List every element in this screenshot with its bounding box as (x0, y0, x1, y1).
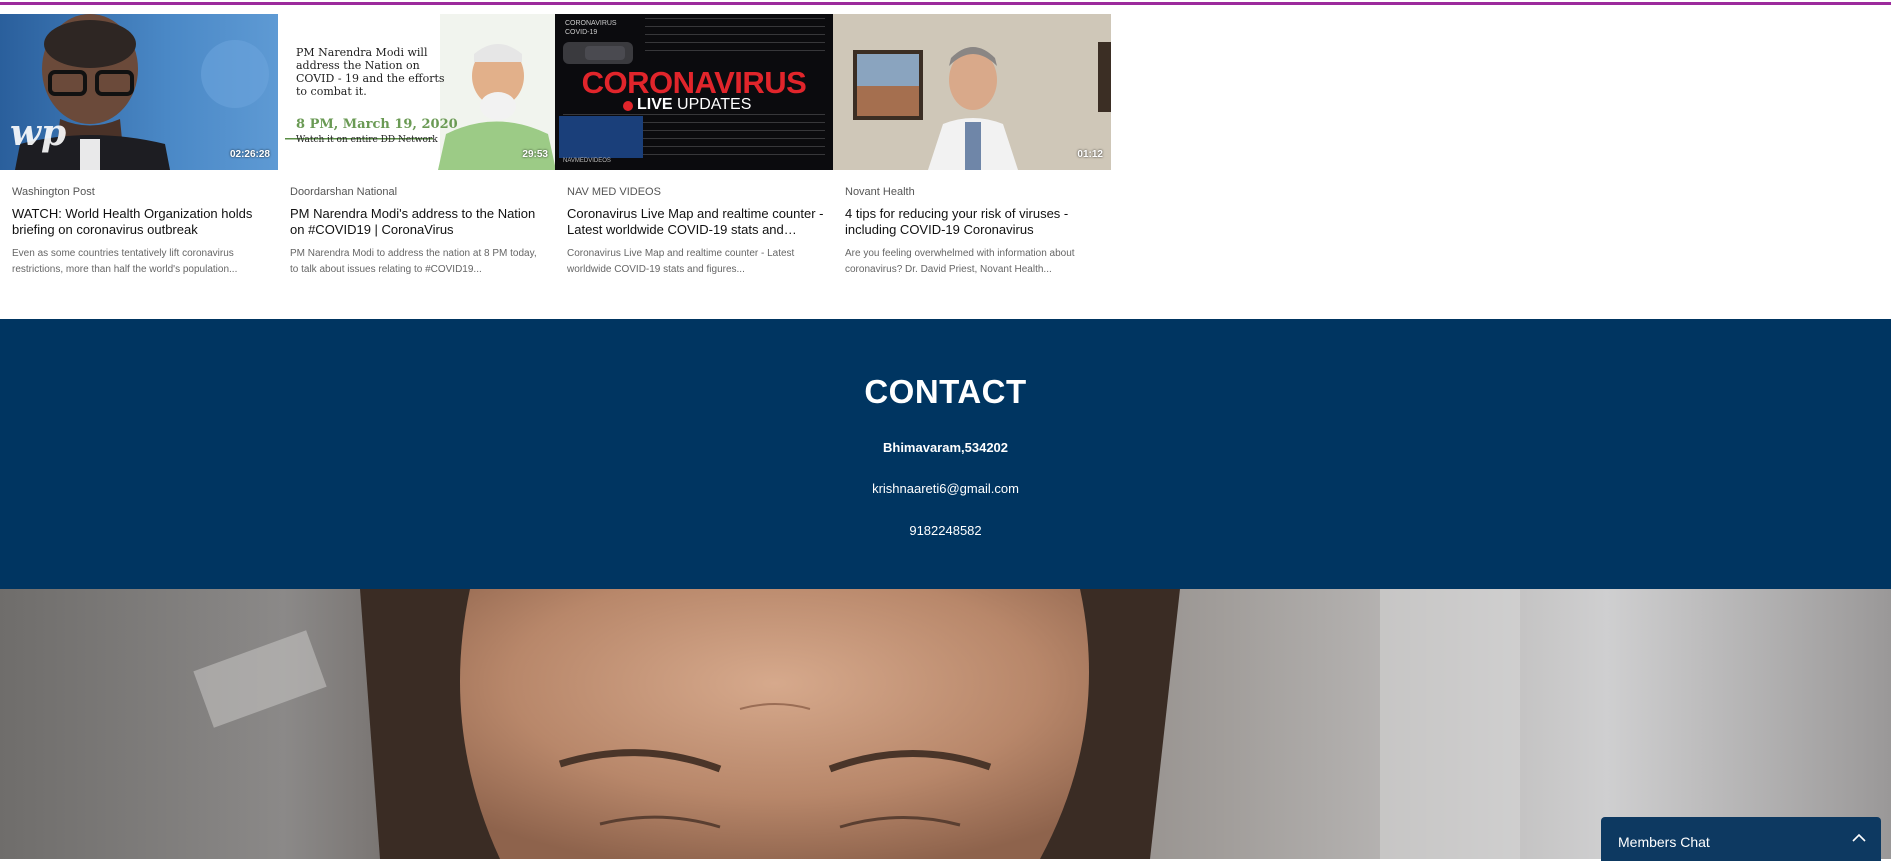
video-description: Coronavirus Live Map and realtime counte… (567, 248, 795, 275)
video-title[interactable]: Coronavirus Live Map and realtime counte… (567, 206, 825, 238)
thumb-small-text: CORONAVIRUS (565, 20, 617, 27)
thumbnail-image (833, 14, 1111, 170)
thumb-live: LIVE (637, 96, 673, 113)
contact-address: Bhimavaram,534202 (882, 440, 1009, 455)
video-card[interactable]: PM Narendra Modi will address the Nation… (278, 14, 556, 314)
thumb-watch: Watch it on entire DD Network (296, 135, 438, 145)
video-duration: 02:26:28 (229, 149, 270, 160)
thumb-text-line: COVID - 19 and the efforts (296, 72, 445, 85)
video-title[interactable]: WATCH: World Health Organization holds b… (12, 206, 270, 238)
video-card[interactable]: 01:12 Novant Health 4 tips for reducing … (833, 14, 1111, 314)
video-thumbnail[interactable]: CORONAVIRUS COVID-19 CORONAVIRUS LIVE UP… (555, 14, 833, 170)
thumb-text-line: address the Nation on (296, 59, 420, 72)
video-thumbnail[interactable]: PM Narendra Modi will address the Nation… (278, 14, 556, 170)
video-description: PM Narendra Modi to address the nation a… (290, 248, 537, 275)
video-description: Are you feeling overwhelmed with informa… (845, 248, 1075, 275)
members-chat-widget[interactable]: Members Chat (1601, 817, 1881, 861)
thumb-date: 8 PM, March 19, 2020 (296, 117, 458, 132)
video-duration: 29:53 (522, 149, 548, 160)
video-source: Washington Post (12, 186, 95, 198)
chevron-up-icon[interactable] (1851, 831, 1867, 845)
top-divider (0, 2, 1891, 5)
video-card[interactable]: CORONAVIRUS COVID-19 CORONAVIRUS LIVE UP… (555, 14, 833, 314)
video-source: Novant Health (845, 186, 915, 198)
members-chat-label: Members Chat (1618, 834, 1710, 850)
contact-phone[interactable]: 9182248582 (0, 523, 1891, 538)
video-gallery: wp 02:26:28 Washington Post WATCH: World… (0, 14, 1111, 314)
thumb-small-text: COVID-19 (565, 29, 598, 36)
video-source: NAV MED VIDEOS (567, 186, 661, 198)
video-title[interactable]: 4 tips for reducing your risk of viruses… (845, 206, 1103, 238)
video-thumbnail[interactable]: wp 02:26:28 (0, 14, 278, 170)
thumb-text-line: PM Narendra Modi will (296, 46, 428, 59)
thumb-updates: UPDATES (677, 96, 752, 113)
video-thumbnail[interactable]: 01:12 (833, 14, 1111, 170)
video-description: Even as some countries tentatively lift … (12, 248, 238, 275)
thumb-text-line: to combat it. (296, 85, 367, 98)
thumb-credit: NAVMEDVIDEOS (563, 158, 611, 164)
contact-title: CONTACT (864, 373, 1027, 410)
video-title[interactable]: PM Narendra Modi's address to the Nation… (290, 206, 548, 238)
contact-section: CONTACT Bhimavaram,534202 krishnaareti6@… (0, 319, 1891, 589)
contact-email[interactable]: krishnaareti6@gmail.com (0, 481, 1891, 496)
video-duration: 01:12 (1077, 149, 1103, 160)
video-card[interactable]: wp 02:26:28 Washington Post WATCH: World… (0, 14, 278, 314)
video-source: Doordarshan National (290, 186, 398, 198)
washington-post-logo: wp (10, 112, 67, 154)
